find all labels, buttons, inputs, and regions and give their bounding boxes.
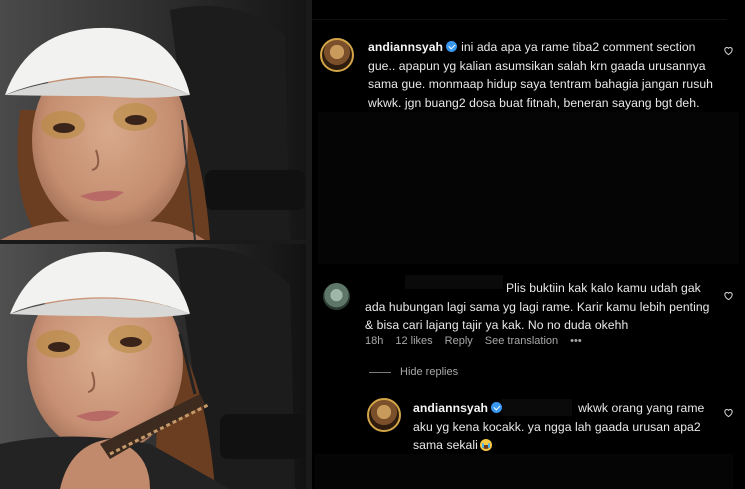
- comment-meta: 18h 12 likes Reply See translation •••: [365, 335, 582, 347]
- comment-2: Plis buktiin kak kalo kamu udah gak ada …: [365, 279, 715, 335]
- comment-panel: andiannsyah ini ada apa ya rame tiba2 com…: [312, 0, 745, 489]
- crying-laughing-emoji: [479, 439, 492, 451]
- comment-text: Plis buktiin kak kalo kamu udah gak ada …: [365, 281, 710, 332]
- avatar-andiannsyah-reply[interactable]: [367, 398, 401, 432]
- comment-1: andiannsyah ini ada apa ya rame tiba2 com…: [368, 38, 718, 112]
- heart-outline-icon[interactable]: [723, 407, 734, 418]
- see-translation-link[interactable]: See translation: [485, 335, 558, 347]
- likes-count[interactable]: 12 likes: [395, 335, 432, 347]
- redacted-area-middle: [318, 112, 739, 264]
- selfie-photo-top: [0, 0, 306, 240]
- heart-outline-icon[interactable]: [723, 290, 734, 301]
- redacted-area-bottom: [315, 454, 733, 489]
- more-options-icon[interactable]: •••: [570, 335, 582, 347]
- selfie-photo-bottom: [0, 244, 306, 489]
- avatar-andiannsyah[interactable]: [320, 38, 354, 72]
- hide-replies-label[interactable]: Hide replies: [400, 366, 458, 378]
- divider-line: [369, 371, 391, 373]
- redacted-area-top: [312, 0, 727, 20]
- comment-time: 18h: [365, 335, 384, 347]
- reply-button[interactable]: Reply: [445, 335, 473, 347]
- avatar-commenter[interactable]: [323, 283, 350, 310]
- verified-badge-icon: [446, 41, 458, 52]
- comment-username[interactable]: andiannsyah: [413, 401, 488, 415]
- hide-replies-toggle[interactable]: Hide replies: [369, 366, 458, 378]
- verified-badge-icon: [491, 402, 503, 413]
- comment-3: andiannsyah wkwk orang yang rame aku yg k…: [413, 399, 718, 455]
- comment-username[interactable]: andiannsyah: [368, 40, 443, 54]
- heart-outline-icon[interactable]: [723, 45, 734, 56]
